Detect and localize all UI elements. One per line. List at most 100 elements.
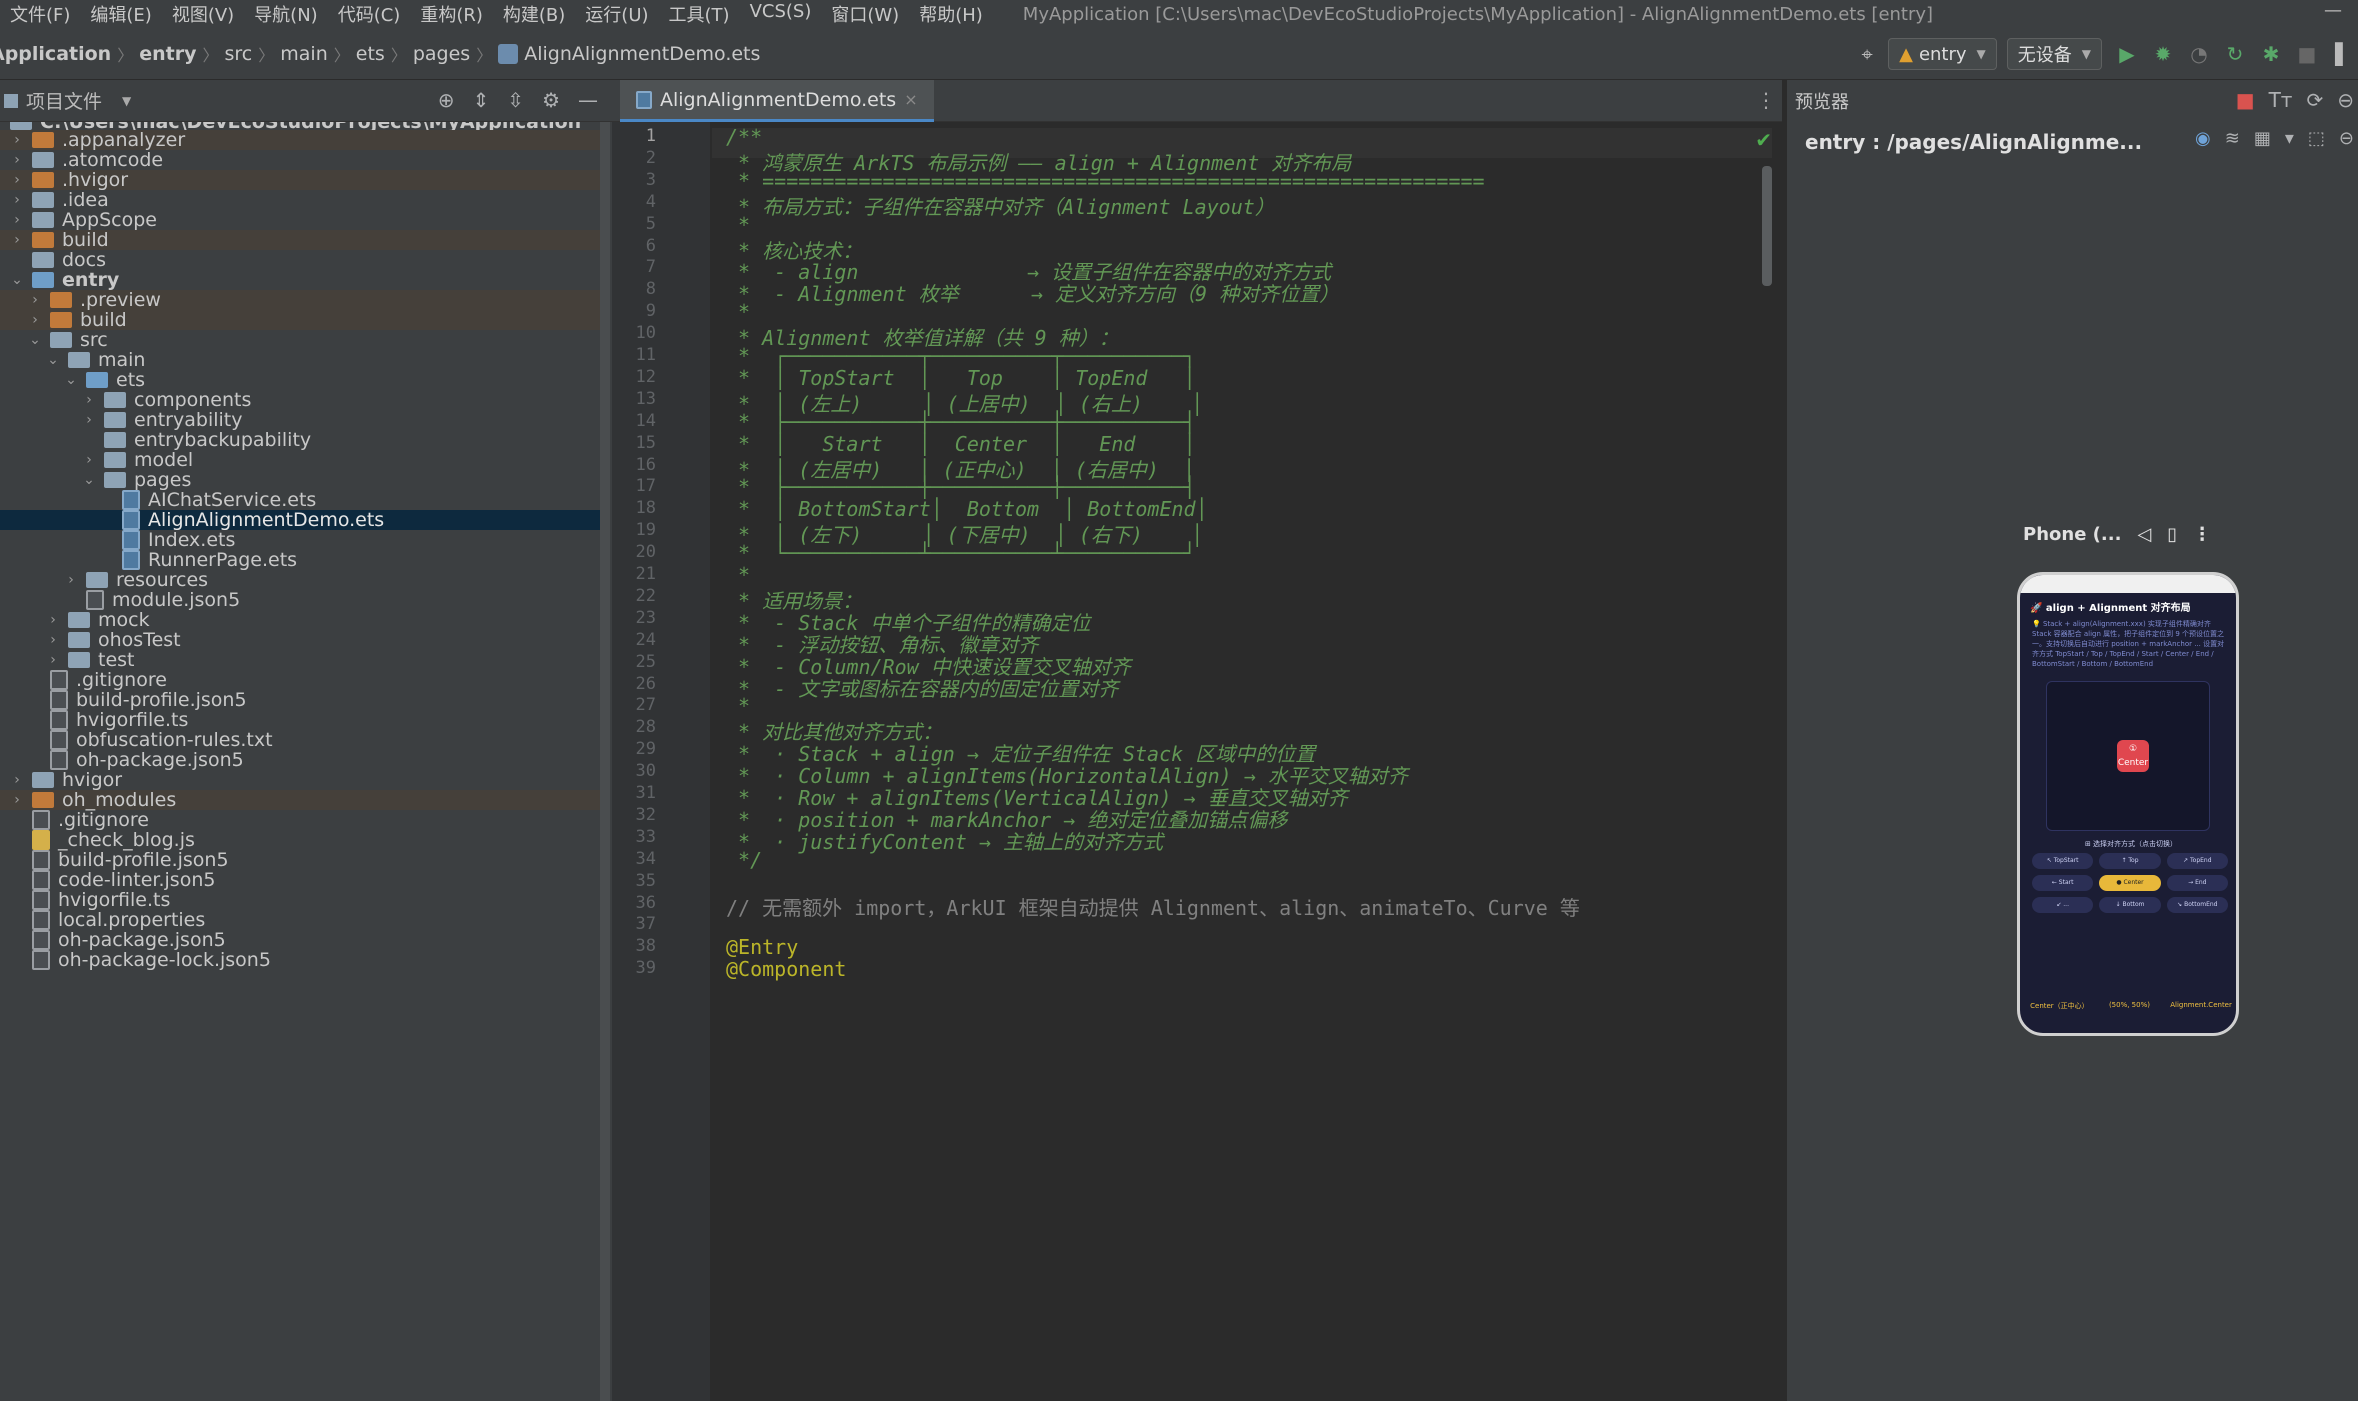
chevron-right-icon[interactable]: › — [8, 232, 26, 248]
chevron-right-icon[interactable]: › — [80, 412, 98, 428]
menu-item[interactable]: 文件(F) — [10, 1, 70, 27]
align-option-button[interactable]: → End — [2166, 875, 2228, 891]
tree-item[interactable]: › test — [0, 649, 600, 671]
align-option-button[interactable]: ↘ BottomEnd — [2166, 897, 2228, 913]
align-option-button[interactable]: ↗ TopEnd — [2166, 853, 2228, 869]
stop-preview-icon[interactable]: ■ — [2236, 88, 2255, 112]
chevron-down-icon[interactable]: ⌄ — [8, 272, 26, 288]
inspector-icon[interactable]: ◉ — [2195, 128, 2211, 149]
target-icon[interactable]: ⌖ — [1852, 39, 1882, 69]
breadcrumb-item[interactable]: pages — [413, 43, 470, 65]
menu-item[interactable]: 视图(V) — [172, 1, 234, 27]
tree-item[interactable]: › resources — [0, 569, 600, 591]
expand-all-icon[interactable]: ⇕ — [473, 88, 490, 112]
menu-item[interactable]: VCS(S) — [750, 1, 812, 27]
align-option-button[interactable]: ↙ ... — [2032, 897, 2094, 913]
debug-icon[interactable]: ✹ — [2148, 39, 2178, 69]
device-name[interactable]: Phone (... — [2023, 524, 2121, 545]
chevron-down-icon[interactable]: ⌄ — [26, 332, 44, 348]
frame-icon[interactable]: ⬚ — [2308, 128, 2325, 149]
align-option-button[interactable]: ↓ Bottom — [2099, 897, 2161, 913]
tab-align-alignment-demo[interactable]: AlignAlignmentDemo.ets × — [620, 80, 934, 122]
chevron-right-icon[interactable]: › — [62, 572, 80, 588]
chevron-down-icon[interactable]: ⌄ — [62, 372, 80, 388]
tree-item[interactable]: docs — [0, 249, 600, 271]
phone-preview[interactable]: 🚀 align + Alignment 对齐布局 💡 Stack + align… — [2017, 572, 2239, 1036]
chevron-down-icon[interactable]: ⌄ — [44, 352, 62, 368]
breadcrumb-item[interactable]: main — [280, 43, 327, 65]
zoom-icon[interactable]: ⊖ — [2339, 128, 2354, 149]
tree-item[interactable]: › build — [0, 309, 600, 331]
tree-item[interactable]: › mock — [0, 609, 600, 631]
more-toolbar-icon[interactable]: ▌ — [2328, 39, 2358, 69]
menu-item[interactable]: 编辑(E) — [90, 1, 151, 27]
tree-item[interactable]: › oh_modules — [0, 789, 600, 811]
tree-item[interactable]: ⌄ ets — [0, 369, 600, 391]
tree-item[interactable]: › build — [0, 229, 600, 251]
tree-item[interactable]: › components — [0, 389, 600, 411]
tree-item[interactable]: › .idea — [0, 189, 600, 211]
tree-item[interactable]: oh-package-lock.json5 — [0, 949, 600, 971]
chevron-right-icon[interactable]: › — [8, 192, 26, 208]
tree-item[interactable]: Index.ets — [0, 529, 600, 551]
collapse-all-icon[interactable]: ⇳ — [507, 88, 524, 112]
tree-item[interactable]: local.properties — [0, 909, 600, 931]
tree-item[interactable]: .gitignore — [0, 669, 600, 691]
tree-item[interactable]: RunnerPage.ets — [0, 549, 600, 571]
breadcrumb-item[interactable]: AlignAlignmentDemo.ets — [524, 43, 760, 65]
tree-item[interactable]: oh-package.json5 — [0, 749, 600, 771]
more-vertical-icon[interactable]: ⋮ — [1756, 88, 1776, 112]
chevron-right-icon[interactable]: › — [8, 172, 26, 188]
menu-item[interactable]: 代码(C) — [338, 1, 401, 27]
rotate-icon[interactable]: ▯ — [2167, 524, 2177, 545]
gear-icon[interactable]: ⚙ — [542, 88, 560, 112]
profile-icon[interactable]: ◔ — [2184, 39, 2214, 69]
tree-item[interactable]: entrybackupability — [0, 429, 600, 451]
aligned-chip[interactable]: ① Center — [2117, 740, 2149, 772]
menu-item[interactable]: 窗口(W) — [831, 1, 899, 27]
menu-item[interactable]: 构建(B) — [503, 1, 565, 27]
font-size-icon[interactable]: Tт — [2269, 88, 2293, 112]
grid-icon[interactable]: ▦ — [2254, 128, 2271, 149]
chevron-right-icon[interactable]: › — [44, 612, 62, 628]
tree-item[interactable]: › model — [0, 449, 600, 471]
chevron-right-icon[interactable]: › — [8, 772, 26, 788]
back-triangle-icon[interactable]: ◁ — [2137, 524, 2151, 545]
chevron-right-icon[interactable]: › — [80, 392, 98, 408]
tree-item[interactable]: .gitignore — [0, 809, 600, 831]
tree-item[interactable]: build-profile.json5 — [0, 689, 600, 711]
locate-file-icon[interactable]: ⊕ — [438, 88, 455, 112]
editor-scrollbar[interactable] — [1762, 166, 1772, 286]
chevron-right-icon[interactable]: › — [26, 312, 44, 328]
tree-item[interactable]: obfuscation-rules.txt — [0, 729, 600, 751]
menu-item[interactable]: 运行(U) — [585, 1, 648, 27]
stop-icon[interactable]: ■ — [2292, 39, 2322, 69]
tree-item[interactable]: › .preview — [0, 289, 600, 311]
attach-debugger-icon[interactable]: ✱ — [2256, 39, 2286, 69]
tree-item[interactable]: ⌄ pages — [0, 469, 600, 491]
tree-item[interactable]: ⌄ src — [0, 329, 600, 351]
menu-item[interactable]: 帮助(H) — [919, 1, 983, 27]
project-scrollbar[interactable] — [600, 122, 610, 1401]
hide-panel-icon[interactable]: — — [578, 88, 598, 112]
chevron-right-icon[interactable]: › — [8, 132, 26, 148]
tree-item[interactable]: AIChatService.ets — [0, 489, 600, 511]
menu-item[interactable]: 工具(T) — [669, 1, 730, 27]
chevron-down-icon[interactable]: ⌄ — [80, 472, 98, 488]
tree-item[interactable]: › .hvigor — [0, 169, 600, 191]
menu-item[interactable]: 重构(R) — [420, 1, 483, 27]
run-icon[interactable]: ▶ — [2112, 39, 2142, 69]
chevron-down-icon[interactable]: ▼ — [122, 94, 131, 108]
menu-item[interactable]: 导航(N) — [254, 1, 318, 27]
tree-item[interactable]: › AppScope — [0, 209, 600, 231]
tree-item[interactable]: ⌄ entry — [0, 269, 600, 291]
chevron-right-icon[interactable]: › — [8, 152, 26, 168]
align-option-button[interactable]: ● Center — [2099, 875, 2161, 891]
refresh-icon[interactable]: ⟳ — [2306, 88, 2323, 112]
tree-item[interactable]: › ohosTest — [0, 629, 600, 651]
chevron-right-icon[interactable]: › — [8, 212, 26, 228]
tree-item[interactable]: AlignAlignmentDemo.ets — [0, 509, 600, 531]
chevron-right-icon[interactable]: › — [44, 632, 62, 648]
project-view-label[interactable]: 项目文件 — [26, 87, 102, 114]
chevron-right-icon[interactable]: › — [80, 452, 98, 468]
